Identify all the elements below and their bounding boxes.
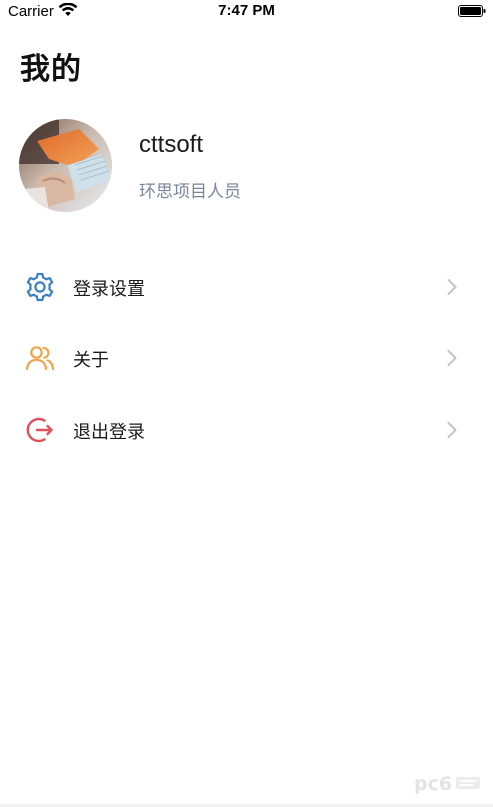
menu-item-label: 关于 bbox=[73, 350, 109, 371]
status-bar: Carrier 7:47 PM bbox=[0, 0, 493, 24]
logout-icon bbox=[26, 417, 53, 443]
menu-item-about[interactable]: 关于 bbox=[0, 328, 493, 388]
user-role: 环思项目人员 bbox=[139, 182, 241, 202]
watermark-logo-icon: pc6 bbox=[414, 773, 480, 795]
page-title: 我的 bbox=[20, 52, 82, 87]
chevron-right-icon bbox=[447, 350, 457, 366]
svg-text:pc6: pc6 bbox=[414, 773, 452, 795]
avatar-photo-icon bbox=[19, 119, 112, 212]
chevron-right-icon bbox=[447, 422, 457, 438]
users-icon bbox=[25, 346, 55, 371]
gear-icon bbox=[26, 272, 54, 302]
avatar[interactable] bbox=[19, 119, 112, 212]
status-time: 7:47 PM bbox=[218, 2, 275, 19]
username: cttsoft bbox=[139, 131, 204, 158]
menu-item-label: 登录设置 bbox=[73, 279, 145, 300]
menu-item-label: 退出登录 bbox=[73, 422, 145, 443]
menu-item-login-settings[interactable]: 登录设置 bbox=[0, 257, 493, 317]
profile-screen: Carrier 7:47 PM 我的 cttsoft 环思项目人员 登录设置 关… bbox=[0, 0, 493, 807]
menu-item-logout[interactable]: 退出登录 bbox=[0, 400, 493, 460]
chevron-right-icon bbox=[447, 279, 457, 295]
battery-icon bbox=[458, 5, 486, 17]
